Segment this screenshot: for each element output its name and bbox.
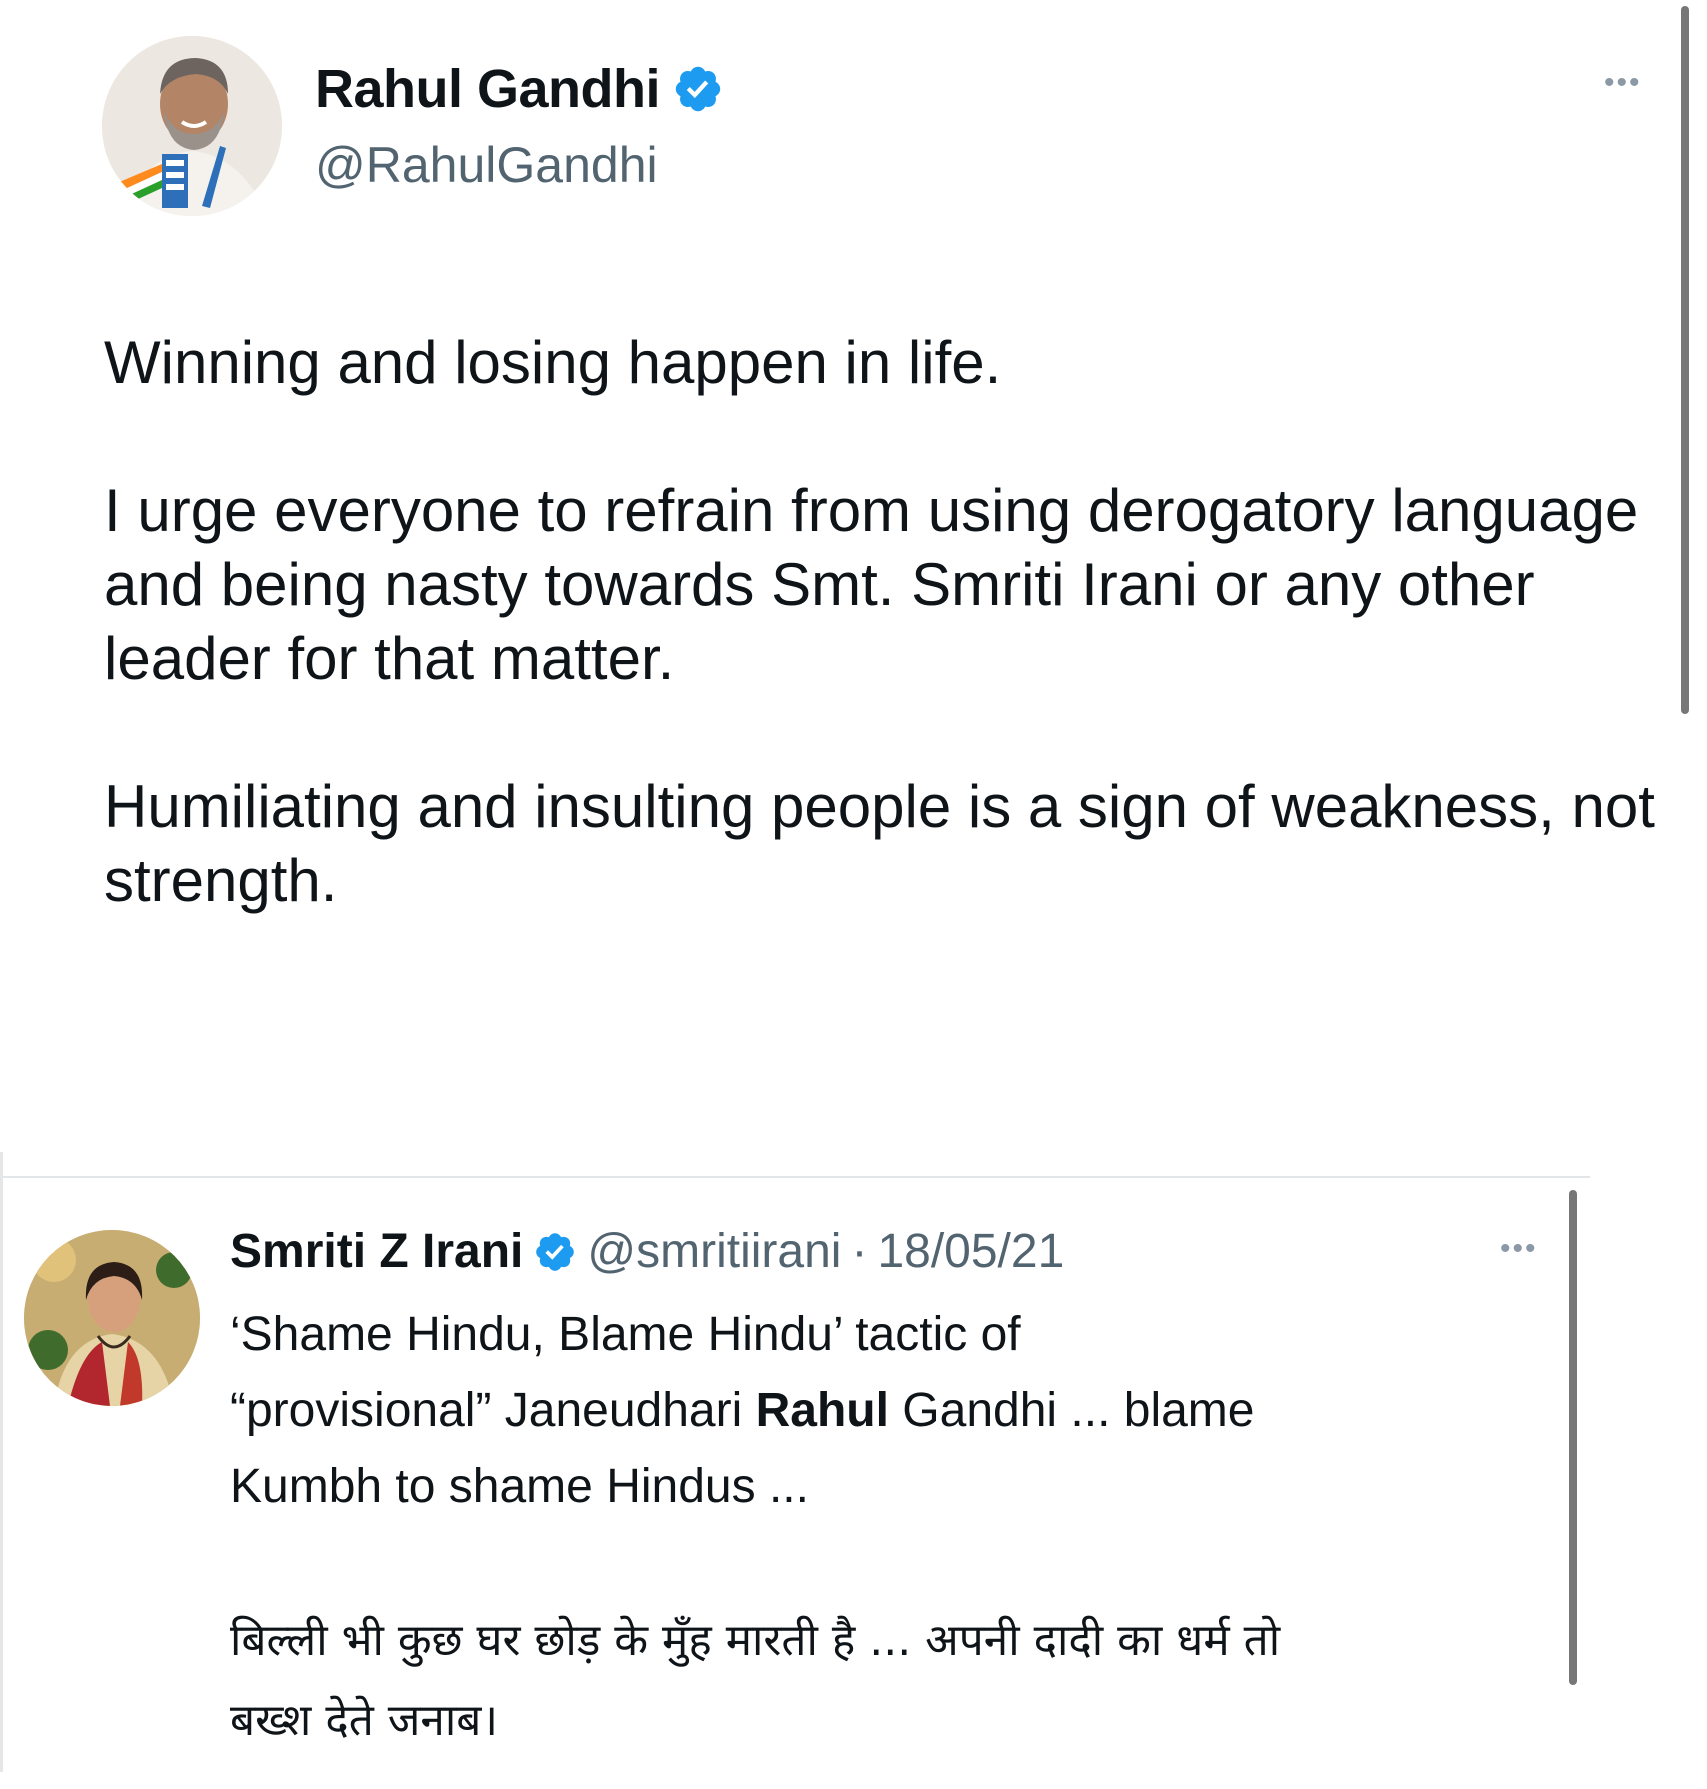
author-avatar-image (102, 36, 282, 216)
quoted-tweet-text: ‘Shame Hindu, Blame Hindu’ tactic of “pr… (230, 1297, 1560, 1761)
quoted-header: Smriti Z Irani @smritiirani · 18/05/21 (230, 1224, 1064, 1279)
quoted-line: “provisional” Janeudhari Rahul Gandhi ..… (230, 1373, 1560, 1449)
quoted-line: Kumbh to shame Hindus ... (230, 1460, 809, 1513)
author-name-row: Rahul Gandhi (315, 58, 724, 120)
meta-separator: · (851, 1225, 868, 1278)
author-handle[interactable]: @RahulGandhi (315, 136, 658, 194)
scrollbar[interactable] (1681, 6, 1689, 714)
tweet-date[interactable]: 18/05/21 (877, 1224, 1064, 1279)
quoted-text-segment: Gandhi ... blame (888, 1384, 1255, 1437)
quoted-line: ‘Shame Hindu, Blame Hindu’ tactic of (230, 1308, 1021, 1361)
quoted-bold-name: Rahul (755, 1384, 889, 1437)
tweet-paragraph: Humiliating and insulting people is a si… (104, 773, 1655, 914)
section-divider (0, 1176, 1590, 1178)
quoted-author-handle[interactable]: @smritiirani (587, 1224, 841, 1279)
quoted-text-segment: “provisional” Janeudhari (230, 1384, 756, 1437)
tweet-text: Winning and losing happen in life. I urg… (104, 326, 1684, 918)
quoted-author-avatar-image (24, 1230, 200, 1406)
quoted-author-name[interactable]: Smriti Z Irani (230, 1224, 523, 1279)
main-tweet: Rahul Gandhi @RahulGandhi ••• Winning an… (0, 0, 1707, 1150)
quoted-hindi-line: बिल्ली भी कुछ घर छोड़ के मुँह मारती है .… (230, 1615, 1281, 1666)
verified-badge-icon (533, 1230, 577, 1274)
author-name[interactable]: Rahul Gandhi (315, 58, 661, 120)
scrollbar[interactable] (1569, 1190, 1577, 1685)
quoted-hindi-line: बख्श देते जनाब। (230, 1695, 499, 1746)
tweet-paragraph: I urge everyone to refrain from using de… (104, 477, 1639, 692)
tweet-paragraph: Winning and losing happen in life. (104, 329, 1002, 396)
author-avatar[interactable] (102, 36, 282, 216)
quoted-author-avatar[interactable] (24, 1230, 200, 1406)
verified-badge-icon (672, 63, 724, 115)
frame-border (0, 1152, 3, 1772)
more-options-icon[interactable]: ••• (1500, 1232, 1538, 1266)
more-options-icon[interactable]: ••• (1604, 66, 1642, 100)
